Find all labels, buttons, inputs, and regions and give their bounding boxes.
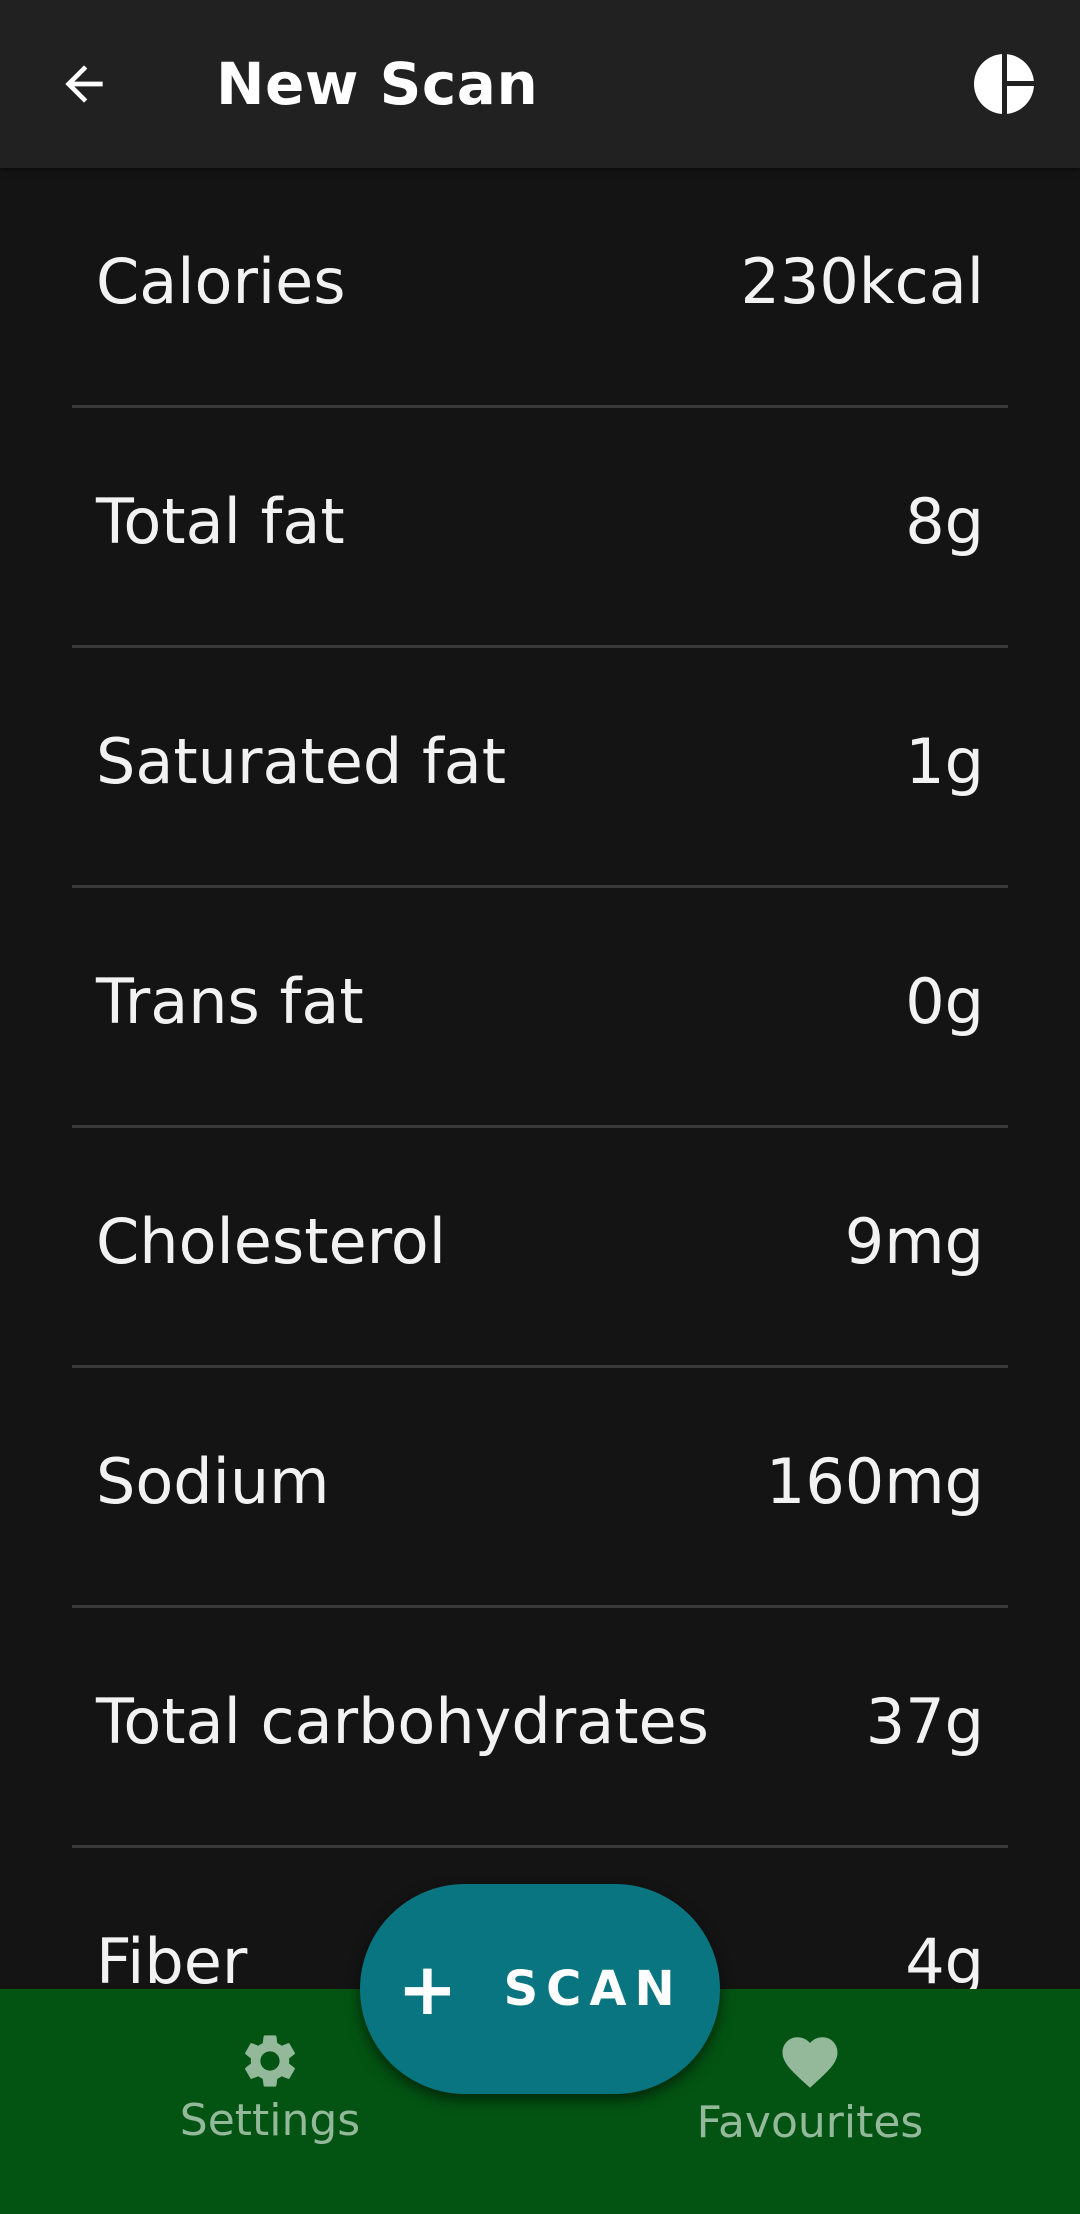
nutrient-label: Calories xyxy=(96,245,346,318)
nutrient-label: Total carbohydrates xyxy=(96,1685,709,1758)
nutrient-value: 1g xyxy=(905,725,984,798)
nutrition-row: Calories 230kcal xyxy=(72,168,1008,408)
top-app-bar: New Scan xyxy=(0,0,1080,168)
scan-button-label: SCAN xyxy=(503,1961,683,2017)
arrow-back-icon xyxy=(65,65,103,103)
nutrient-label: Saturated fat xyxy=(96,725,507,798)
nutrient-value: 37g xyxy=(865,1685,984,1758)
nutrition-list: Calories 230kcal Total fat 8g Saturated … xyxy=(0,168,1080,1989)
gear-icon xyxy=(245,2035,295,2087)
nutrition-chart-button[interactable] xyxy=(964,44,1044,124)
plus-icon: + xyxy=(397,1947,458,2031)
page-title: New Scan xyxy=(216,50,539,118)
back-button[interactable] xyxy=(44,44,124,124)
nutrient-value: 8g xyxy=(905,485,984,558)
nutrient-value: 160mg xyxy=(765,1445,984,1518)
heart-icon xyxy=(782,2037,838,2088)
app-screen: New Scan Calories 230kcal Total fat 8g S… xyxy=(0,0,1080,2214)
nutrient-value: 9mg xyxy=(844,1205,984,1278)
nutrition-row: Saturated fat 1g xyxy=(72,648,1008,888)
nutrient-label: Sodium xyxy=(96,1445,330,1518)
nutrient-label: Cholesterol xyxy=(96,1205,446,1278)
scan-button[interactable]: + SCAN xyxy=(360,1884,720,2094)
nutrient-value: 4g xyxy=(905,1925,984,1989)
nutrition-row: Total carbohydrates 37g xyxy=(72,1608,1008,1848)
nutrient-label: Fiber xyxy=(96,1925,248,1989)
nutrition-row: Total fat 8g xyxy=(72,408,1008,648)
nav-label-settings: Settings xyxy=(179,2095,361,2146)
nav-item-favourites[interactable]: Favourites xyxy=(660,2029,960,2151)
nutrient-label: Total fat xyxy=(96,485,345,558)
nutrition-row: Cholesterol 9mg xyxy=(72,1128,1008,1368)
nav-item-settings[interactable]: Settings xyxy=(120,2029,420,2149)
pie-chart-icon xyxy=(974,52,1036,116)
nutrient-value: 230kcal xyxy=(740,245,984,318)
nav-label-favourites: Favourites xyxy=(696,2097,924,2148)
nutrient-value: 0g xyxy=(905,965,984,1038)
nutrition-row: Trans fat 0g xyxy=(72,888,1008,1128)
nutrient-label: Trans fat xyxy=(96,965,364,1038)
nutrition-row: Sodium 160mg xyxy=(72,1368,1008,1608)
